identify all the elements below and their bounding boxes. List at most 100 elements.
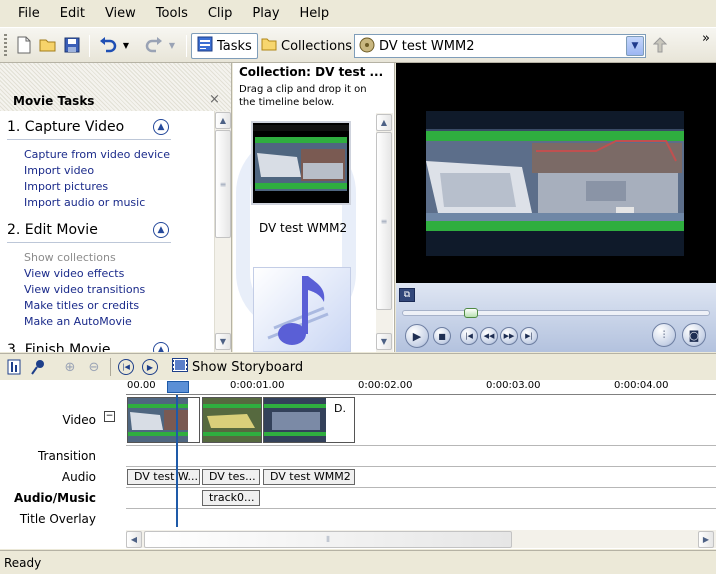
- link-view-video-effects[interactable]: View video effects: [24, 267, 124, 280]
- section-capture-video-title[interactable]: 1. Capture Video: [7, 119, 124, 135]
- link-import-video[interactable]: Import video: [24, 164, 94, 177]
- menu-view[interactable]: View: [95, 0, 146, 27]
- scroll-thumb[interactable]: ≡: [215, 130, 231, 238]
- menu-clip[interactable]: Clip: [198, 0, 243, 27]
- play-timeline-icon[interactable]: ▶: [142, 359, 158, 375]
- playback-controls: ⧉ ▶ ■ |◀ ◀◀ ▶▶ ▶| ⫶ ◙: [396, 283, 716, 352]
- toolbar-overflow-icon[interactable]: »: [696, 28, 716, 48]
- undo-icon[interactable]: [98, 35, 118, 55]
- collection-scrollbar[interactable]: ▲ ≡ ▼: [376, 113, 393, 352]
- toolbar-separator: [110, 358, 111, 376]
- next-frame-icon[interactable]: ▶|: [520, 327, 538, 345]
- camera-icon[interactable]: ◙: [682, 323, 706, 347]
- audio-music-track[interactable]: track0...: [126, 488, 716, 509]
- scroll-down-icon[interactable]: ▼: [376, 333, 392, 350]
- new-project-icon[interactable]: [14, 35, 34, 55]
- toolbar: ▼ ▼ Tasks Collections DV test WMM2 ▼ »: [0, 27, 716, 63]
- timeline-scrollbar[interactable]: ◀ ⦀ ▶: [126, 530, 716, 548]
- section-divider: [7, 139, 171, 140]
- timeline-ruler[interactable]: 00.00 0:00:01.00 0:00:02.00 0:00:03.00 0…: [126, 380, 716, 395]
- audio-clip[interactable]: DV test W...: [127, 469, 200, 485]
- set-audio-levels-icon[interactable]: [6, 359, 22, 375]
- narrate-timeline-icon[interactable]: [30, 359, 46, 375]
- link-make-automovie[interactable]: Make an AutoMovie: [24, 315, 132, 328]
- menu-file[interactable]: File: [8, 0, 50, 27]
- collapse-finish-icon[interactable]: ▲: [153, 342, 169, 352]
- save-icon[interactable]: [62, 35, 82, 55]
- menu-tools[interactable]: Tools: [146, 0, 198, 27]
- tasks-button[interactable]: Tasks: [191, 33, 258, 59]
- scroll-down-icon[interactable]: ▼: [215, 333, 231, 350]
- open-project-icon[interactable]: [38, 35, 58, 55]
- play-icon[interactable]: ▶: [405, 324, 429, 348]
- section-finish-movie-title[interactable]: 3. Finish Movie: [7, 342, 111, 352]
- tasks-scrollbar[interactable]: ▲ ≡ ▼: [214, 111, 231, 352]
- menu-help[interactable]: Help: [290, 0, 340, 27]
- ruler-tick-label: 0:00:04.00: [614, 380, 669, 391]
- seek-bar[interactable]: [402, 310, 710, 316]
- redo-icon[interactable]: [144, 35, 164, 55]
- playhead[interactable]: [176, 395, 178, 527]
- ruler-tick-label: 0:00:02.00: [358, 380, 413, 391]
- audio-clip[interactable]: DV tes...: [202, 469, 260, 485]
- undo-dropdown-icon[interactable]: ▼: [120, 35, 132, 55]
- collections-button[interactable]: Collections: [255, 33, 358, 59]
- redo-dropdown-icon[interactable]: ▼: [166, 35, 178, 55]
- scroll-up-icon[interactable]: ▲: [215, 112, 231, 129]
- collection-dropdown[interactable]: DV test WMM2 ▼: [354, 34, 646, 58]
- track-label-title-overlay: Title Overlay: [19, 512, 96, 526]
- title-overlay-track[interactable]: [126, 509, 716, 530]
- clip-thumbnail[interactable]: [251, 121, 351, 205]
- menu-edit[interactable]: Edit: [50, 0, 95, 27]
- close-icon[interactable]: ×: [209, 92, 220, 107]
- scroll-thumb[interactable]: ⦀: [144, 531, 512, 548]
- video-clip[interactable]: [127, 397, 200, 443]
- video-clip[interactable]: [202, 397, 262, 443]
- link-import-audio[interactable]: Import audio or music: [24, 196, 145, 209]
- up-level-icon[interactable]: [650, 35, 670, 55]
- stop-icon[interactable]: ■: [433, 327, 451, 345]
- zoom-out-icon[interactable]: ⊖: [86, 359, 102, 375]
- timeline-toolbar: ⊕ ⊖ |◀ ▶ Show Storyboard: [0, 354, 716, 380]
- audio-track[interactable]: DV test W... DV tes... DV test WMM2: [126, 467, 716, 488]
- collapse-edit-icon[interactable]: ▲: [153, 222, 169, 238]
- scroll-left-icon[interactable]: ◀: [126, 531, 142, 548]
- link-capture-from-device[interactable]: Capture from video device: [24, 148, 170, 161]
- collection-clip-area: DV test WMM2: [233, 113, 376, 352]
- video-track[interactable]: D.: [126, 395, 716, 446]
- collections-label: Collections: [281, 38, 353, 54]
- rewind-icon[interactable]: ◀◀: [480, 327, 498, 345]
- video-clip[interactable]: D.: [263, 397, 355, 443]
- section-edit-movie-title[interactable]: 2. Edit Movie: [7, 222, 98, 238]
- collection-pane: Collection: DV test ... Drag a clip and …: [233, 63, 395, 352]
- previous-frame-icon[interactable]: |◀: [460, 327, 478, 345]
- split-screen-icon[interactable]: ⧉: [399, 288, 415, 302]
- collection-film-icon: [359, 37, 375, 56]
- rewind-timeline-icon[interactable]: |◀: [118, 359, 134, 375]
- audio-clip[interactable]: DV test WMM2: [263, 469, 355, 485]
- menu-play[interactable]: Play: [242, 0, 289, 27]
- collapse-capture-icon[interactable]: ▲: [153, 119, 169, 135]
- collapse-track-icon[interactable]: −: [104, 411, 115, 422]
- music-clip[interactable]: track0...: [202, 490, 260, 506]
- clip-label[interactable]: DV test WMM2: [259, 221, 347, 235]
- status-text: Ready: [4, 555, 42, 570]
- forward-icon[interactable]: ▶▶: [500, 327, 518, 345]
- scroll-up-icon[interactable]: ▲: [376, 114, 392, 131]
- show-storyboard-button[interactable]: Show Storyboard: [172, 358, 303, 376]
- split-clip-icon[interactable]: ⫶: [652, 323, 676, 347]
- scroll-thumb[interactable]: ≡: [376, 132, 392, 310]
- seek-thumb[interactable]: [464, 308, 478, 318]
- zoom-in-icon[interactable]: ⊕: [62, 359, 78, 375]
- music-clip-thumbnail[interactable]: [253, 267, 351, 352]
- link-view-video-transitions[interactable]: View video transitions: [24, 283, 145, 296]
- ruler-tick-label: 0:00:01.00: [230, 380, 285, 391]
- chevron-down-icon[interactable]: ▼: [626, 36, 644, 56]
- scroll-right-icon[interactable]: ▶: [698, 531, 714, 548]
- track-label-audio: Audio: [61, 470, 96, 484]
- transition-track[interactable]: [126, 446, 716, 467]
- link-make-titles[interactable]: Make titles or credits: [24, 299, 139, 312]
- playhead-marker[interactable]: [167, 381, 189, 393]
- link-import-pictures[interactable]: Import pictures: [24, 180, 108, 193]
- toolbar-grip[interactable]: [4, 34, 7, 58]
